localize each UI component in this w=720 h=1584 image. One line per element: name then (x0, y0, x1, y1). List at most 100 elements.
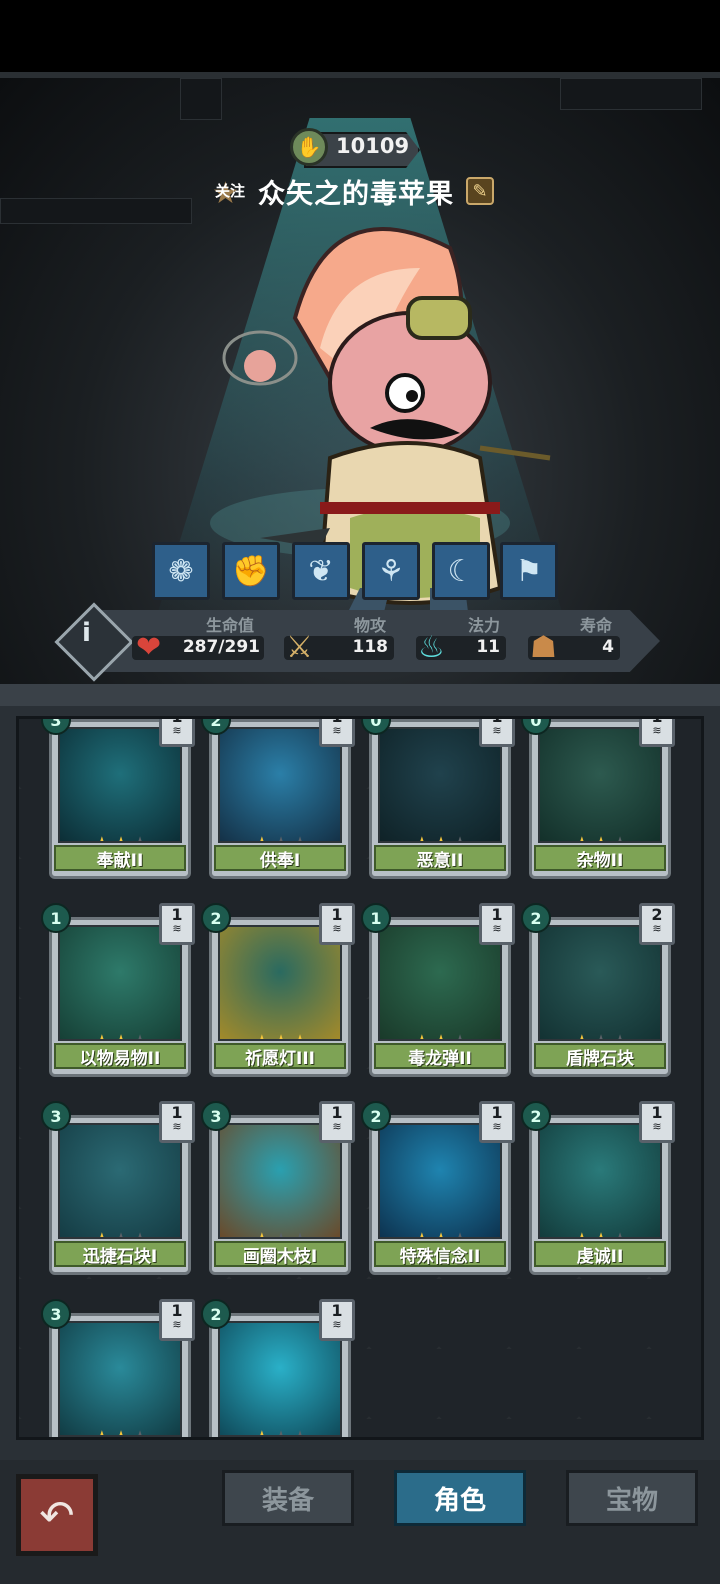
stack-icon: ≋ (492, 922, 502, 935)
star-icon: ★ (612, 1031, 631, 1039)
star-icon: ★ (272, 1031, 291, 1039)
tab-equipment[interactable]: 装备 (222, 1470, 354, 1526)
attack-label: 物攻 (354, 616, 387, 635)
card-name: 画圈木枝I (214, 1241, 346, 1267)
star-icon: ★ (253, 1229, 272, 1237)
card-stars: ★★★ (540, 833, 660, 841)
star-icon: ★ (452, 1031, 471, 1039)
card-copies: 1 ≋ (479, 903, 515, 945)
star-icon: ★ (432, 1229, 451, 1237)
card-stars: ★★★ (540, 1031, 660, 1039)
card-name: 祈愿灯III (214, 1043, 346, 1069)
card-copies: 1 ≋ (319, 903, 355, 945)
tab-treasure[interactable]: 宝物 (566, 1470, 698, 1526)
star-icon: ★ (272, 1229, 291, 1237)
follow-label: 关注 (214, 181, 245, 200)
status-bar (0, 0, 720, 78)
heart-moon-icon[interactable]: ☾ (432, 542, 490, 600)
fist-icon[interactable]: ✊ (222, 542, 280, 600)
card-copies: 1 ≋ (159, 1299, 195, 1341)
card-copies: 1 ≋ (479, 1101, 515, 1143)
card-stars: ★★★ (60, 1031, 180, 1039)
card-copies: 1 ≋ (159, 1101, 195, 1143)
card-stars: ★★★ (60, 1229, 180, 1237)
skill-card[interactable]: ★★★奉献II31≋ (41, 719, 195, 879)
stack-icon: ≋ (652, 922, 662, 935)
edit-name-button[interactable]: ✎ (466, 177, 494, 205)
card-copies: 1 ≋ (319, 719, 355, 747)
star-icon: ★ (292, 1229, 311, 1237)
muscle-icon[interactable]: ⚘ (362, 542, 420, 600)
card-stars: ★★★ (540, 1229, 660, 1237)
tab-character[interactable]: 角色 (394, 1470, 526, 1526)
card-cost: 3 (201, 1101, 231, 1131)
skill-card[interactable]: ★★★杂物II01≋ (521, 719, 675, 879)
skill-card[interactable]: ★★★画圈木枝I31≋ (201, 1101, 355, 1275)
star-icon: ★ (292, 1031, 311, 1039)
stack-icon: ≋ (172, 1120, 182, 1133)
hp-value: 287/291 (182, 637, 260, 657)
stack-icon: ≋ (172, 1318, 182, 1331)
star-icon: ★ (253, 1031, 272, 1039)
card-cost: 2 (361, 1101, 391, 1131)
card-stars: ★★★ (220, 1031, 340, 1039)
stack-icon: ≋ (492, 724, 502, 737)
star-icon: ★ (612, 833, 631, 841)
skill-card[interactable]: ★★★31≋ (41, 1299, 195, 1437)
ceiling-pipe (180, 78, 222, 120)
card-stars: ★★★ (380, 833, 500, 841)
skill-card[interactable]: ★★★ 迅捷石块I 3 1≋ (41, 1101, 195, 1275)
card-copies: 2 ≋ (639, 903, 675, 945)
card-name: 供奉I (214, 845, 346, 871)
skill-card[interactable]: ★★★以物易物II11≋ (41, 903, 195, 1077)
star-icon: ★ (292, 833, 311, 841)
mushroom-icon: ☗ (530, 630, 557, 665)
star-icon: ★ (592, 1031, 611, 1039)
star-icon: ★ (132, 833, 151, 841)
card-grid[interactable]: ★★★奉献II31≋★★★供奉I21≋★★★恶意II01≋★★★杂物II01≋★… (16, 716, 704, 1440)
skill-card[interactable]: ★★★虔诚II21≋ (521, 1101, 675, 1275)
banner-icon[interactable]: ⚑ (500, 542, 558, 600)
star-icon: ★ (93, 1427, 112, 1435)
follow-button[interactable]: ★ 关注 (208, 174, 252, 211)
star-icon: ★ (93, 1031, 112, 1039)
star-icon: ★ (592, 1229, 611, 1237)
skill-card[interactable]: ★★★祈愿灯III21≋ (201, 903, 355, 1077)
back-button[interactable]: ↶ (16, 1474, 98, 1556)
card-stars: ★★★ (60, 833, 180, 841)
card-name: 特殊信念II (374, 1241, 506, 1267)
magic-label: 法力 (468, 616, 501, 635)
herb-icon[interactable]: ❦ (292, 542, 350, 600)
skill-card[interactable]: ★★★供奉I21≋ (201, 719, 355, 879)
card-name: 恶意II (374, 845, 506, 871)
card-name: 虔诚II (534, 1241, 666, 1267)
card-stars: ★★★ (220, 1229, 340, 1237)
card-name: 毒龙弹II (374, 1043, 506, 1069)
star-icon: ★ (573, 833, 592, 841)
card-cost: 2 (201, 1299, 231, 1329)
card-name: 以物易物II (54, 1043, 186, 1069)
skill-card[interactable]: ★★★恶意II01≋ (361, 719, 515, 879)
card-stars: ★★★ (220, 1427, 340, 1435)
star-icon: ★ (413, 833, 432, 841)
star-icon: ★ (112, 1427, 131, 1435)
skill-card[interactable]: ★★★21≋ (201, 1299, 355, 1437)
hp-label: 生命值 (206, 616, 255, 635)
card-cost: 3 (41, 1101, 71, 1131)
heart-icon: ❤ (136, 630, 162, 665)
stack-icon: ≋ (492, 1120, 502, 1133)
lotus-icon[interactable]: ❁ (152, 542, 210, 600)
skill-card[interactable]: ★★★毒龙弹II11≋ (361, 903, 515, 1077)
star-icon: ★ (413, 1229, 432, 1237)
star-icon: ★ (93, 833, 112, 841)
card-name: 迅捷石块I (54, 1241, 186, 1267)
star-icon: ★ (573, 1031, 592, 1039)
skill-card[interactable]: ★★★盾牌石块22≋ (521, 903, 675, 1077)
skill-card[interactable]: ★★★特殊信念II21≋ (361, 1101, 515, 1275)
star-icon: ★ (573, 1229, 592, 1237)
pencil-icon: ✎ (472, 180, 488, 202)
sword-icon: ⚔ (286, 630, 313, 665)
magic-value: 11 (476, 637, 500, 657)
stack-icon: ≋ (172, 724, 182, 737)
stack-icon: ≋ (652, 724, 662, 737)
